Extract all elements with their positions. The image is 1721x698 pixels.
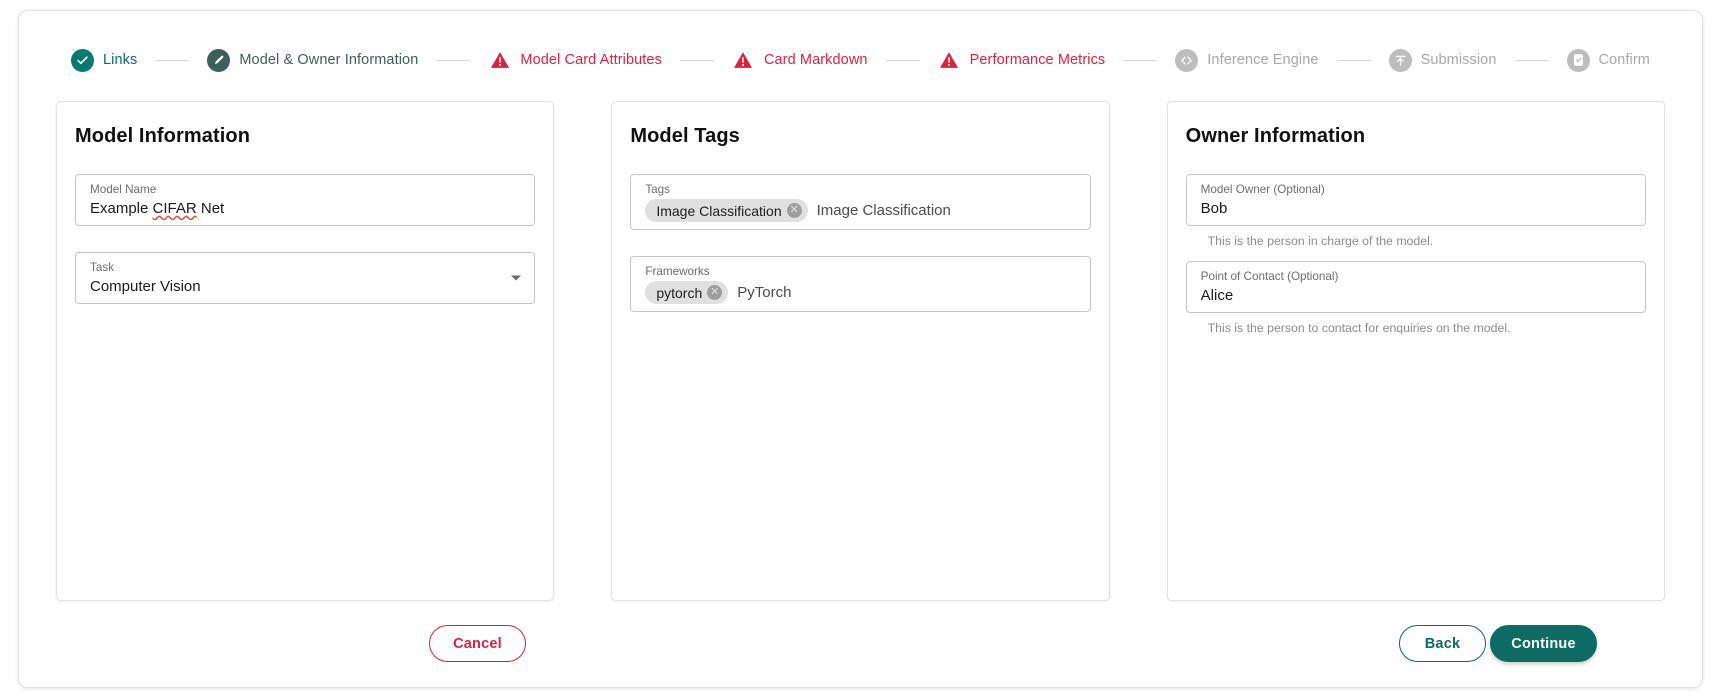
model-name-value-misspelled: CIFAR <box>152 200 197 217</box>
model-name-field[interactable]: Model Name Example CIFAR Net <box>75 174 536 226</box>
cancel-button[interactable]: Cancel <box>429 625 526 662</box>
framework-chip-label: pytorch <box>656 284 703 301</box>
frameworks-field[interactable]: Frameworks pytorch ✕ PyTorch <box>630 256 1091 312</box>
wizard-stepper: Links Model & Owner Information Model Ca… <box>19 11 1702 85</box>
step-inference-engine[interactable]: Inference Engine <box>1175 48 1319 72</box>
wizard-footer: Cancel Back Continue <box>19 601 1702 687</box>
model-owner-field[interactable]: Model Owner (Optional) Bob <box>1185 174 1646 226</box>
model-name-input[interactable]: Example CIFAR Net <box>90 197 520 220</box>
step-connector <box>155 59 190 61</box>
model-name-value-prefix: Example <box>90 200 153 217</box>
upload-icon <box>1388 48 1412 72</box>
step-label-submission: Submission <box>1420 52 1497 68</box>
framework-chip[interactable]: pytorch ✕ <box>645 281 729 304</box>
step-connector <box>1123 59 1158 61</box>
owner-information-card: Owner Information Model Owner (Optional)… <box>1166 101 1665 601</box>
model-owner-label: Model Owner (Optional) <box>1200 183 1325 196</box>
step-connector <box>885 59 920 61</box>
tag-chip[interactable]: Image Classification ✕ <box>645 199 808 222</box>
pencil-icon <box>207 48 231 72</box>
step-links[interactable]: Links <box>71 48 138 72</box>
model-information-title: Model Information <box>75 125 251 147</box>
step-connector <box>679 59 714 61</box>
close-icon[interactable]: ✕ <box>707 285 723 300</box>
step-connector <box>1514 59 1549 61</box>
tags-suggestion-text: Image Classification <box>816 202 951 219</box>
wizard-window: Links Model & Owner Information Model Ca… <box>18 10 1703 688</box>
step-model-owner-information[interactable]: Model & Owner Information <box>207 48 419 72</box>
code-brackets-icon <box>1175 48 1199 72</box>
task-value: Computer Vision <box>90 278 201 295</box>
model-name-value-suffix: Net <box>196 200 225 217</box>
field-spacer <box>1186 249 1646 261</box>
step-confirm[interactable]: Confirm <box>1566 48 1650 72</box>
warning-triangle-icon <box>732 49 755 72</box>
step-card-markdown[interactable]: Card Markdown <box>732 49 868 72</box>
tags-chip-row: Image Classification ✕ Image Classificat… <box>645 199 1075 222</box>
step-label-card-markdown: Card Markdown <box>763 52 868 68</box>
wizard-cards: Model Information Model Name Example CIF… <box>19 85 1702 601</box>
step-submission[interactable]: Submission <box>1388 48 1497 72</box>
task-select[interactable]: Task Computer Vision <box>75 252 536 304</box>
point-of-contact-field[interactable]: Point of Contact (Optional) Alice <box>1185 261 1646 313</box>
field-spacer <box>75 226 535 252</box>
point-of-contact-helper-text: This is the person to contact for enquir… <box>1207 321 1511 335</box>
point-of-contact-input[interactable]: Alice <box>1201 284 1631 307</box>
model-owner-input[interactable]: Bob <box>1201 197 1631 220</box>
step-label-confirm: Confirm <box>1598 52 1650 68</box>
step-label-model-card-attributes: Model Card Attributes <box>520 52 662 68</box>
point-of-contact-label: Point of Contact (Optional) <box>1200 270 1339 283</box>
step-label-model-owner-information: Model & Owner Information <box>239 52 419 68</box>
step-label-performance-metrics: Performance Metrics <box>969 52 1106 68</box>
model-name-label: Model Name <box>90 183 157 196</box>
frameworks-suggestion-text: PyTorch <box>737 284 792 301</box>
model-tags-title: Model Tags <box>630 125 740 147</box>
warning-triangle-icon <box>488 49 511 72</box>
tags-field[interactable]: Tags Image Classification ✕ Image Classi… <box>630 174 1091 230</box>
back-button[interactable]: Back <box>1399 625 1486 662</box>
frameworks-label: Frameworks <box>645 265 710 278</box>
close-icon[interactable]: ✕ <box>786 203 802 218</box>
step-model-card-attributes[interactable]: Model Card Attributes <box>488 49 662 72</box>
step-label-inference-engine: Inference Engine <box>1207 52 1319 68</box>
continue-button[interactable]: Continue <box>1490 625 1597 662</box>
frameworks-chip-row: pytorch ✕ PyTorch <box>645 281 1075 304</box>
model-owner-helper-text: This is the person in charge of the mode… <box>1207 234 1434 248</box>
document-check-icon <box>1566 48 1590 72</box>
model-tags-card: Model Tags Tags Image Classification ✕ I… <box>611 101 1110 601</box>
chevron-down-icon[interactable] <box>511 275 522 281</box>
step-connector <box>436 59 471 61</box>
step-performance-metrics[interactable]: Performance Metrics <box>938 49 1106 72</box>
field-spacer <box>630 230 1090 256</box>
warning-triangle-icon <box>938 49 961 72</box>
model-information-card: Model Information Model Name Example CIF… <box>56 101 555 601</box>
tags-label: Tags <box>645 183 671 196</box>
task-label: Task <box>90 261 115 274</box>
check-circle-icon <box>71 48 94 72</box>
step-connector <box>1336 59 1371 61</box>
owner-information-title: Owner Information <box>1185 125 1366 147</box>
step-label-links: Links <box>103 52 138 68</box>
tag-chip-label: Image Classification <box>656 202 782 219</box>
